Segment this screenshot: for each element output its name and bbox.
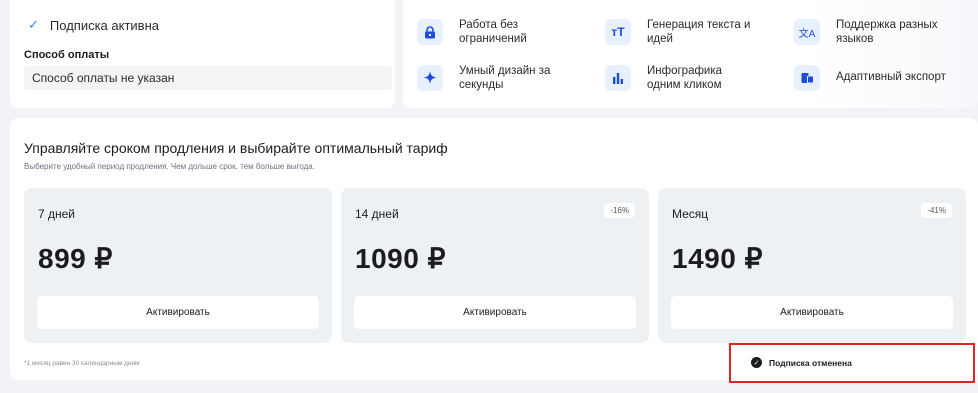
tariffs-section: Управляйте сроком продления и выбирайте … bbox=[10, 118, 978, 380]
check-circle-icon: ✓ bbox=[751, 357, 762, 368]
discount-badge: -41% bbox=[921, 203, 952, 218]
activate-button[interactable]: Активировать bbox=[37, 296, 319, 329]
feature-label: Адаптивный экспорт bbox=[836, 71, 946, 83]
toast-notification[interactable]: ✓ Подписка отменена bbox=[729, 343, 975, 383]
feature-label: Поддержка разных языков bbox=[836, 19, 938, 45]
plan-card-14-days: 14 дней -16% 1090 ₽ Активировать bbox=[341, 188, 649, 343]
feature-label: Инфографика одним кликом bbox=[647, 65, 723, 91]
devices-icon bbox=[794, 65, 820, 91]
subscription-status-card: ✓ Подписка активна Способ оплаты Способ … bbox=[10, 0, 395, 108]
subscription-status: ✓ Подписка активна bbox=[26, 17, 159, 33]
plan-name: 7 дней bbox=[38, 207, 76, 221]
text-size-icon: тТ bbox=[605, 19, 631, 45]
plan-card-month: Месяц -41% 1490 ₽ Активировать bbox=[658, 188, 966, 343]
feature-item: 文A Поддержка разных языков bbox=[794, 18, 946, 46]
activate-button[interactable]: Активировать bbox=[354, 296, 636, 329]
sparkle-icon: ✦ bbox=[417, 65, 443, 91]
feature-label: Умный дизайн за секунды bbox=[459, 65, 551, 91]
payment-method-field[interactable]: Способ оплаты не указан bbox=[24, 66, 392, 90]
payment-method-label: Способ оплаты bbox=[24, 49, 110, 61]
toast-text: Подписка отменена bbox=[769, 357, 852, 368]
feature-item: ✦ Умный дизайн за секунды bbox=[417, 64, 569, 92]
plan-price: 1090 ₽ bbox=[355, 243, 446, 274]
translate-icon: 文A bbox=[794, 19, 820, 45]
feature-item: Работа без ограничений bbox=[417, 18, 569, 46]
plan-price: 1490 ₽ bbox=[672, 243, 763, 274]
feature-item: тТ Генерация текста и идей bbox=[605, 18, 757, 46]
check-icon: ✓ bbox=[28, 17, 39, 32]
discount-badge: -16% bbox=[604, 203, 635, 218]
activate-button[interactable]: Активировать bbox=[671, 296, 953, 329]
feature-item: Адаптивный экспорт bbox=[794, 64, 976, 91]
plan-card-7-days: 7 дней 899 ₽ Активировать bbox=[24, 188, 332, 343]
lock-icon bbox=[417, 19, 443, 45]
feature-item: Инфографика одним кликом bbox=[605, 64, 757, 92]
plan-name: 14 дней bbox=[355, 207, 399, 221]
plan-name: Месяц bbox=[672, 207, 709, 221]
subscription-status-text: Подписка активна bbox=[49, 17, 159, 33]
tariffs-subtitle: Выберите удобный период продления. Чем д… bbox=[24, 162, 315, 171]
feature-label: Работа без ограничений bbox=[459, 19, 527, 45]
plan-price: 899 ₽ bbox=[38, 243, 113, 274]
feature-label: Генерация текста и идей bbox=[647, 19, 751, 45]
features-card: Работа без ограничений тТ Генерация текс… bbox=[403, 0, 978, 108]
tariffs-title: Управляйте сроком продления и выбирайте … bbox=[24, 140, 448, 156]
bar-chart-icon bbox=[605, 65, 631, 91]
tariffs-footnote: *1 месяц равен 30 календарным дням bbox=[24, 360, 140, 367]
